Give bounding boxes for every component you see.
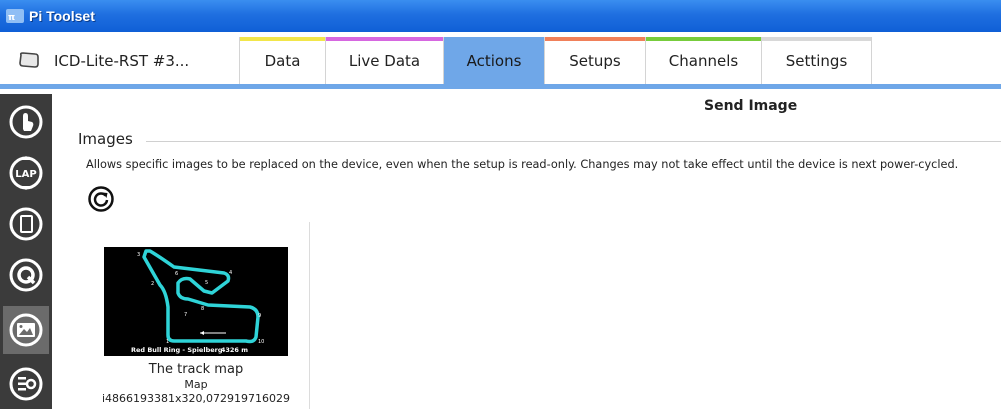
corner-label: 2 [151,281,154,287]
refresh-icon[interactable] [88,186,114,212]
list-icon [9,367,43,401]
tab-label: ICD-Lite-RST #3... [54,51,190,70]
tab-label: Actions [466,51,522,70]
thumbnail-length: 4326 m [220,346,248,354]
sidebar-item-device-screen[interactable] [3,200,49,248]
sidebar-item-image[interactable] [3,306,49,354]
tab-label: Data [264,51,301,70]
tab-color-strip [240,37,325,41]
tab-color-strip [646,37,761,41]
tab-data[interactable]: Data [240,37,326,84]
corner-label: 10 [258,339,264,345]
window-title: Pi Toolset [29,8,95,24]
tab-live-data[interactable]: Live Data [326,37,444,84]
corner-label: 6 [175,271,178,277]
device-icon [19,52,39,68]
svg-text:π: π [8,13,15,23]
track-map-thumbnail[interactable]: 3 4 5 6 2 8 7 9 1 10 Red Bull Ring - Spi… [104,247,288,356]
tab-bar: ICD-Lite-RST #3... Data Live Data Action… [0,37,1001,89]
sidebar-item-touch[interactable] [3,98,49,146]
tab-setups[interactable]: Setups [545,37,646,84]
pi-logo-icon: π [6,9,24,23]
tab-actions[interactable]: Actions [444,37,545,84]
tab-label: Setups [569,51,621,70]
tab-label: Settings [785,51,848,70]
image-type: Map [184,378,208,391]
image-id: i4866193381x320,072919716029, [102,392,290,405]
corner-label: 1 [166,339,169,345]
title-bar: π Pi Toolset [0,0,1001,32]
section-title: Images [78,130,139,148]
sidebar-item-q[interactable] [3,251,49,299]
corner-label: 4 [229,270,232,276]
svg-text:LAP: LAP [15,169,36,180]
sidebar-item-list[interactable] [3,360,49,408]
thumbnail-caption: Red Bull Ring - Spielberg [131,346,223,354]
tab-settings[interactable]: Settings [762,37,872,84]
section-description: Allows specific images to be replaced on… [86,158,959,171]
tab-label: Channels [668,51,739,70]
main-panel: Send Image Images Allows specific images… [66,94,1001,409]
corner-label: 7 [184,312,187,318]
corner-label: 9 [258,313,261,319]
image-icon [9,313,43,347]
track-outline [142,249,260,344]
image-card-divider [309,222,310,409]
tab-device[interactable]: ICD-Lite-RST #3... [0,37,240,84]
tab-channels[interactable]: Channels [646,37,762,84]
sidebar: LAP [0,94,52,409]
sidebar-item-lap[interactable]: LAP [3,149,49,197]
touch-icon [9,105,43,139]
tab-color-strip [545,37,645,41]
corner-label: 5 [205,280,208,286]
image-name: The track map [148,362,244,377]
tab-color-strip [0,37,239,41]
q-icon [9,258,43,292]
tab-label: Live Data [348,51,421,70]
lap-icon: LAP [9,156,43,190]
track-map-drawing: 3 4 5 6 2 8 7 9 1 10 [137,249,264,345]
page-title: Send Image [704,98,798,114]
tab-color-strip [326,37,443,41]
section-divider [146,141,1001,142]
corner-label: 3 [137,252,140,258]
corner-label: 8 [201,306,204,312]
tab-color-strip [762,37,871,41]
device-screen-icon [9,207,43,241]
